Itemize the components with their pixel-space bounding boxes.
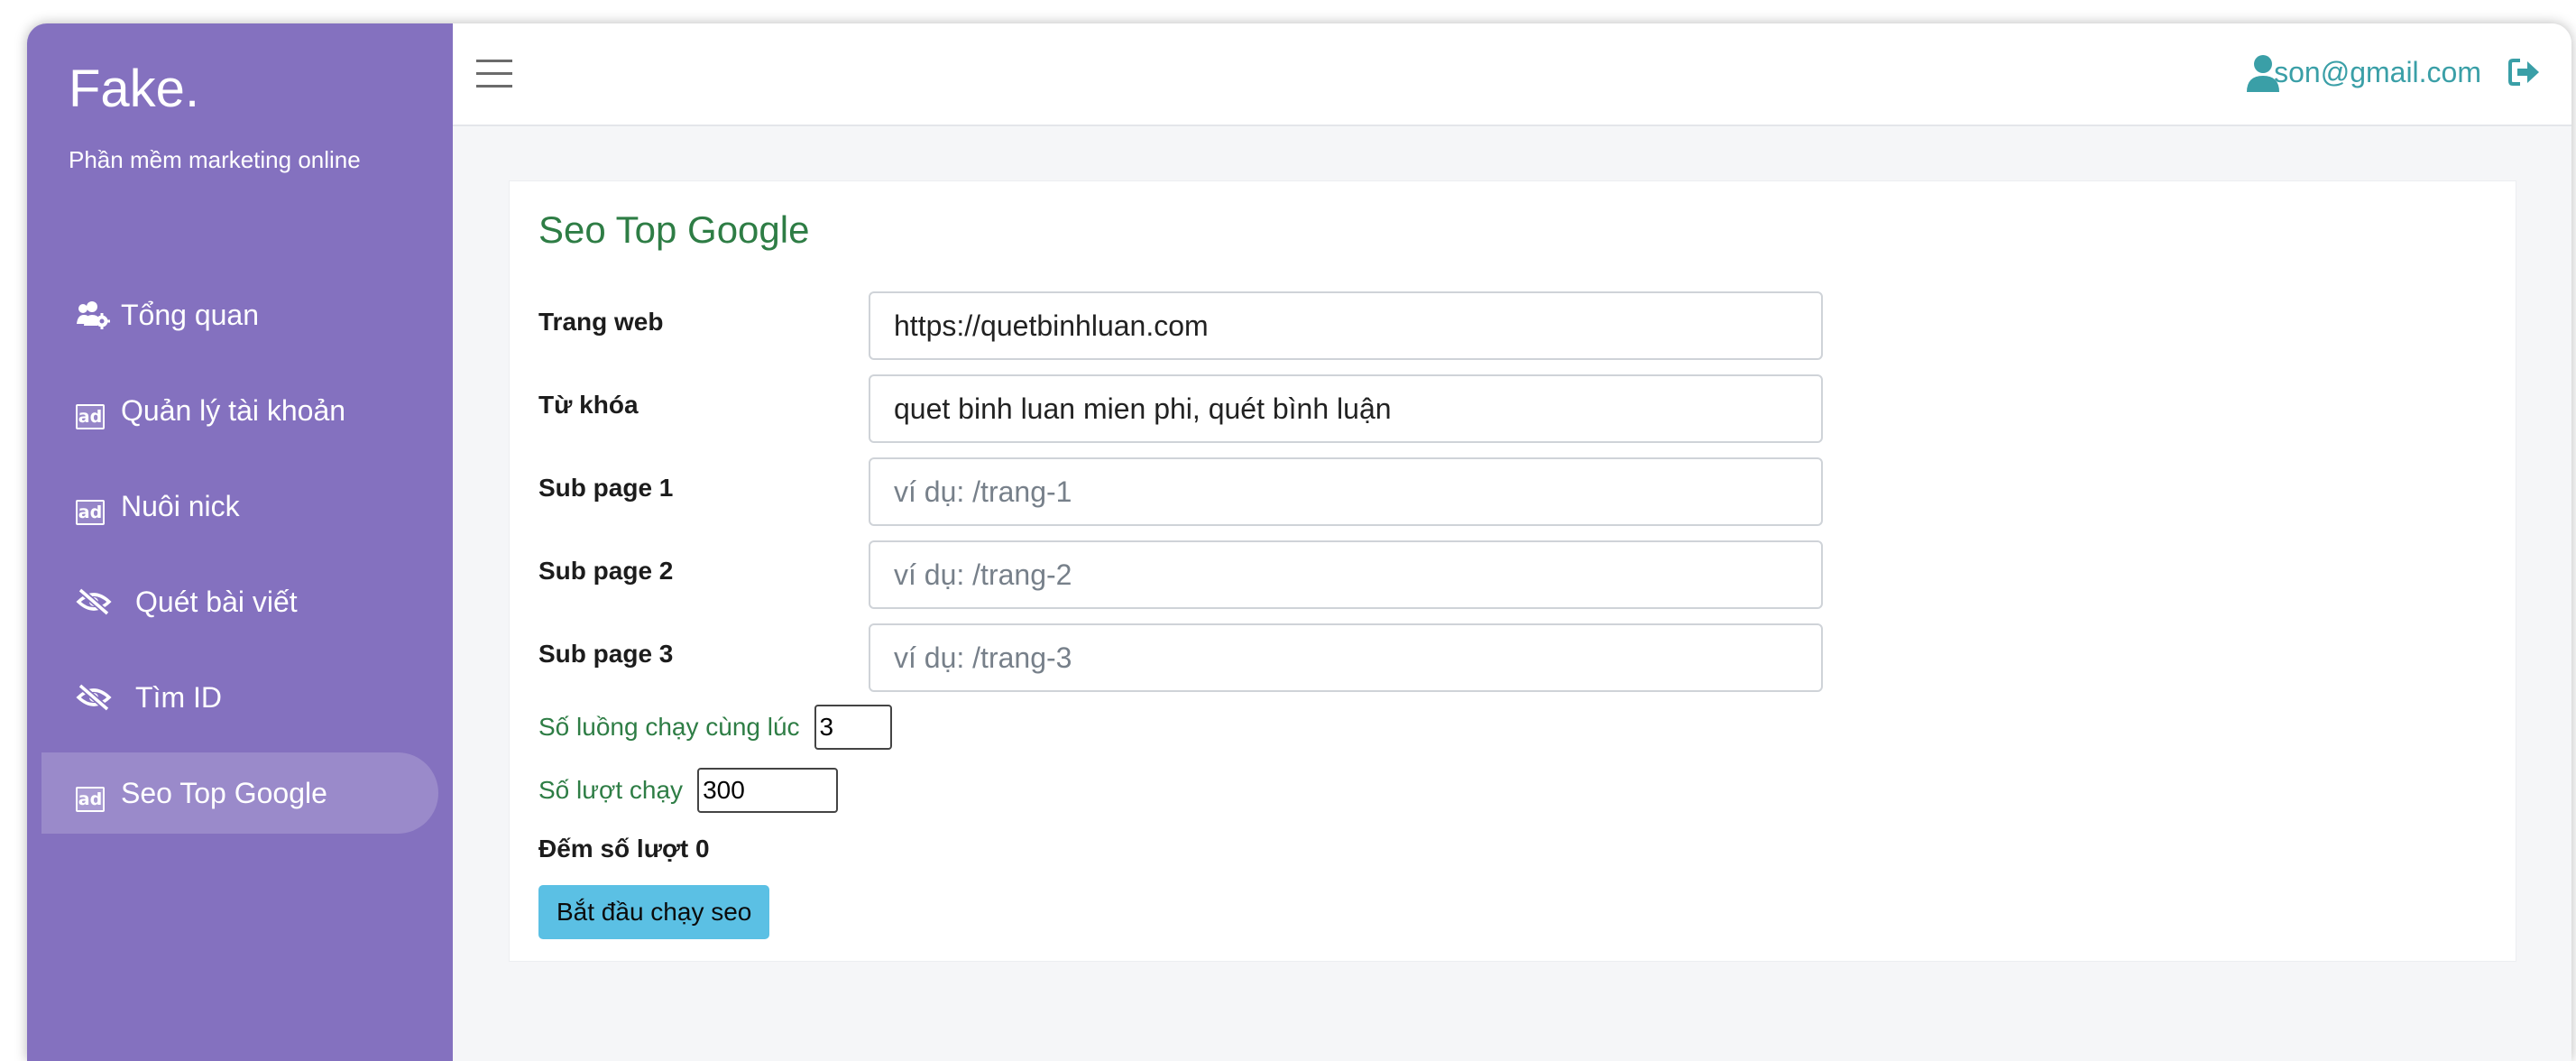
user-email[interactable]: son@gmail.com	[2274, 56, 2481, 89]
app-window: Fake. Phần mềm marketing online Tổng qua…	[27, 23, 2571, 1061]
sidebar-item-quan-ly-tai-khoan[interactable]: ad Quản lý tài khoản	[27, 370, 453, 451]
run-count-label: Đếm số lượt 0	[538, 835, 710, 863]
top-bar: son@gmail.com	[453, 23, 2571, 126]
threads-label: Số luồng chạy cùng lúc	[538, 713, 800, 741]
sub-page-2-input[interactable]	[869, 540, 1823, 609]
eye-slash-icon	[76, 683, 112, 712]
sub-page-1-input[interactable]	[869, 457, 1823, 526]
threads-row: Số luồng chạy cùng lúc	[538, 705, 892, 750]
sidebar-item-label: Quản lý tài khoản	[121, 393, 346, 427]
ad-icon: ad	[76, 492, 108, 525]
form-row-sub-page-2: Sub page 2	[538, 540, 1837, 609]
sidebar-item-tim-id[interactable]: Tìm ID	[27, 657, 453, 738]
form-row-tu-khoa: Từ khóa	[538, 374, 1837, 443]
sidebar-item-tong-quan[interactable]: Tổng quan	[27, 274, 453, 355]
field-label: Sub page 3	[538, 640, 674, 668]
sidebar-item-seo-top-google[interactable]: ad Seo Top Google	[41, 752, 438, 834]
sidebar-item-label: Quét bài viết	[135, 585, 298, 618]
sidebar-item-label: Seo Top Google	[121, 776, 327, 809]
sidebar: Fake. Phần mềm marketing online Tổng qua…	[27, 23, 453, 1061]
sign-out-icon[interactable]	[2508, 58, 2541, 87]
hamburger-icon[interactable]	[476, 60, 512, 88]
field-label: Từ khóa	[538, 391, 639, 419]
sidebar-item-label: Tìm ID	[135, 680, 222, 714]
ad-icon: ad	[76, 779, 108, 812]
page-title: Seo Top Google	[538, 208, 810, 251]
runs-label: Số lượt chạy	[538, 776, 684, 804]
threads-input[interactable]	[814, 705, 892, 750]
brand-title: Fake.	[69, 60, 200, 118]
website-input[interactable]	[869, 291, 1823, 360]
sidebar-item-label: Tổng quan	[121, 298, 260, 331]
start-seo-button[interactable]: Bắt đầu chạy seo	[538, 885, 770, 939]
form-row-sub-page-3: Sub page 3	[538, 623, 1837, 692]
form-row-trang-web: Trang web	[538, 291, 1837, 360]
field-label: Sub page 2	[538, 557, 674, 585]
ad-icon: ad	[76, 396, 108, 429]
form-row-sub-page-1: Sub page 1	[538, 457, 1837, 526]
field-label: Trang web	[538, 308, 664, 336]
sub-page-3-input[interactable]	[869, 623, 1823, 692]
runs-input[interactable]	[697, 768, 839, 813]
keyword-input[interactable]	[869, 374, 1823, 443]
sidebar-item-nuoi-nick[interactable]: ad Nuôi nick	[27, 466, 453, 547]
sidebar-nav: Tổng quan ad Quản lý tài khoản ad Nuôi n…	[27, 274, 453, 848]
brand-tagline: Phần mềm marketing online	[69, 146, 361, 173]
eye-slash-icon	[76, 587, 112, 616]
users-cog-icon	[76, 300, 110, 329]
seo-form-card: Seo Top Google Trang web Từ khóa Sub pag…	[509, 180, 2516, 962]
runs-row: Số lượt chạy	[538, 768, 839, 813]
sidebar-item-quet-bai-viet[interactable]: Quét bài viết	[27, 561, 453, 642]
field-label: Sub page 1	[538, 474, 674, 502]
sidebar-item-label: Nuôi nick	[121, 489, 240, 522]
